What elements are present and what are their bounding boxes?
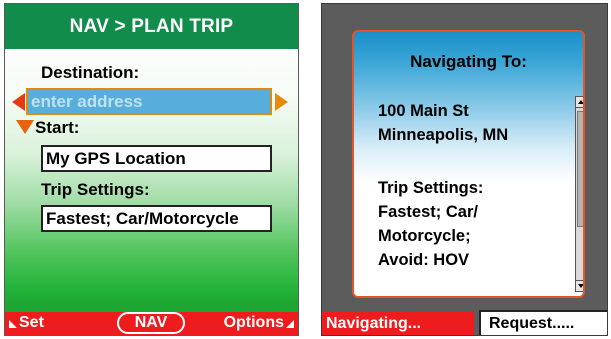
arrow-left-icon[interactable]	[12, 93, 25, 111]
softkey-set-label: Set	[19, 314, 44, 331]
trip-settings-field[interactable]: Fastest; Car/Motorcycle	[41, 205, 272, 232]
dialog-trip-settings-label: Trip Settings:	[378, 179, 484, 197]
softkey-options-label: Options	[223, 314, 284, 331]
softkey-set-button[interactable]: Set	[9, 314, 44, 332]
dialog-address-line: 100 Main St	[378, 102, 469, 120]
softkey-navigating-button[interactable]: Navigating...	[322, 312, 474, 335]
arrow-right-icon[interactable]	[275, 93, 288, 111]
dialog-city-line: Minneapolis, MN	[378, 126, 509, 144]
scroll-up-button[interactable]	[576, 97, 583, 108]
dialog-heading: Navigating To:	[410, 52, 527, 71]
navigating-screen: Navigating To: 100 Main St Minneapolis, …	[321, 3, 608, 336]
scroll-up-icon	[578, 100, 583, 104]
softkey-left-triangle-icon	[9, 320, 17, 328]
arrow-down-icon	[16, 120, 34, 134]
dialog-setting-line: Fastest; Car/	[378, 203, 478, 221]
start-field[interactable]: My GPS Location	[41, 145, 272, 172]
destination-field[interactable]: enter address	[26, 88, 272, 115]
plan-trip-screen: NAV > PLAN TRIP Destination: enter addre…	[4, 3, 299, 336]
scroll-thumb[interactable]	[577, 111, 583, 227]
dialog-scrollbar[interactable]	[575, 96, 583, 292]
softkey-right-triangle-icon	[286, 320, 294, 328]
dialog-setting-line: Motorcycle;	[378, 227, 471, 245]
softkey-bar: Set NAV Options	[5, 312, 298, 335]
start-label: Start:	[35, 118, 80, 137]
scroll-down-icon	[578, 284, 583, 288]
screen-title: NAV > PLAN TRIP	[5, 4, 298, 49]
dialog-setting-line: Avoid: HOV	[378, 251, 470, 269]
navigating-dialog: Navigating To: 100 Main St Minneapolis, …	[352, 30, 585, 298]
softkey-request-button[interactable]: Request.....	[479, 310, 607, 335]
softkey-nav-button[interactable]: NAV	[117, 312, 185, 334]
destination-label: Destination:	[41, 63, 140, 82]
softkey-options-button[interactable]: Options	[224, 314, 294, 332]
scroll-down-button[interactable]	[576, 280, 583, 291]
trip-settings-label: Trip Settings:	[41, 180, 150, 199]
